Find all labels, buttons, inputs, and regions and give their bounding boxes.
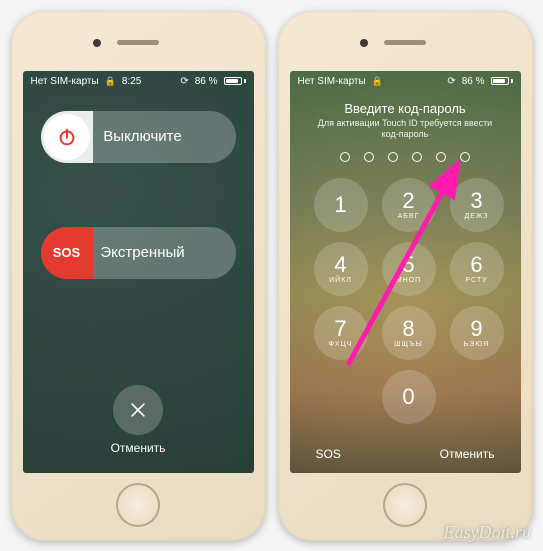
key-number: 7	[334, 318, 346, 340]
clock: 8:25	[122, 76, 141, 87]
key-3[interactable]: 3ДЕЖЗ	[450, 178, 504, 232]
battery-icon	[491, 77, 513, 85]
close-icon	[128, 400, 148, 420]
watermark: EasyDoit.ru	[444, 522, 532, 543]
key-number: 0	[402, 386, 414, 408]
status-bar: Нет SIM-карты 🔒 ⟳ 86 %	[290, 71, 521, 89]
key-letters: ШЩЪЫ	[394, 341, 423, 348]
key-letters: ДЕЖЗ	[464, 213, 488, 220]
key-number: 5	[402, 254, 414, 276]
cancel-button[interactable]	[113, 385, 163, 435]
sos-knob[interactable]: SOS	[44, 230, 90, 276]
key-number: 2	[402, 190, 414, 212]
passcode-dot	[412, 152, 422, 162]
key-number: 9	[470, 318, 482, 340]
sos-label: Экстренный	[90, 244, 236, 261]
key-7[interactable]: 7ФХЦЧ	[314, 306, 368, 360]
cancel-label: Отменить	[111, 441, 166, 455]
carrier-label: Нет SIM-карты	[31, 76, 99, 87]
screen-passcode: Нет SIM-карты 🔒 ⟳ 86 % Введите код-парол…	[290, 71, 521, 473]
key-number: 8	[402, 318, 414, 340]
front-camera	[360, 39, 368, 47]
phone-frame-right: Нет SIM-карты 🔒 ⟳ 86 % Введите код-парол…	[278, 11, 533, 541]
key-letters: РСТУ	[465, 277, 487, 284]
passcode-dot	[460, 152, 470, 162]
key-number: 4	[334, 254, 346, 276]
status-bar: Нет SIM-карты 🔒 8:25 ⟳ 86 %	[23, 71, 254, 89]
key-9[interactable]: 9ЬЭЮЯ	[450, 306, 504, 360]
key-letters: АБВГ	[398, 213, 420, 220]
key-1[interactable]: 1	[314, 178, 368, 232]
key-letters: ЬЭЮЯ	[464, 341, 490, 348]
passcode-subtitle: Для активации Touch ID требуется ввести …	[310, 118, 501, 141]
sos-slider[interactable]: SOS Экстренный	[41, 227, 236, 279]
key-letters: ИЙКЛ	[329, 277, 352, 284]
front-camera	[93, 39, 101, 47]
power-off-label: Выключите	[90, 128, 236, 145]
passcode-dots	[310, 152, 501, 162]
key-0[interactable]: 0	[382, 370, 436, 424]
phone-frame-left: Нет SIM-карты 🔒 8:25 ⟳ 86 %	[11, 11, 266, 541]
battery-pct: 86 %	[462, 76, 485, 87]
key-number: 3	[470, 190, 482, 212]
key-letters: МНОП	[396, 277, 421, 284]
battery-icon	[224, 77, 246, 85]
sos-link[interactable]: SOS	[316, 447, 341, 461]
cancel-link[interactable]: Отменить	[440, 447, 495, 461]
home-button[interactable]	[116, 483, 160, 527]
screen-power-off: Нет SIM-карты 🔒 8:25 ⟳ 86 %	[23, 71, 254, 473]
key-2[interactable]: 2АБВГ	[382, 178, 436, 232]
power-off-knob[interactable]	[44, 114, 90, 160]
keypad: 1 2АБВГ 3ДЕЖЗ 4ИЙКЛ 5МНОП 6РСТУ 7ФХЦЧ 8ШЩЪЫ 9ЬЭЮ…	[290, 168, 521, 424]
orientation-lock-icon: ⟳	[447, 76, 455, 87]
passcode-dot	[436, 152, 446, 162]
sos-knob-text: SOS	[53, 245, 80, 260]
key-letters: ФХЦЧ	[329, 341, 353, 348]
home-button[interactable]	[383, 483, 427, 527]
key-number: 1	[334, 194, 346, 216]
key-8[interactable]: 8ШЩЪЫ	[382, 306, 436, 360]
lock-icon: 🔒	[372, 76, 383, 87]
carrier-label: Нет SIM-карты	[298, 76, 366, 87]
speaker-grill	[117, 40, 159, 45]
passcode-dot	[340, 152, 350, 162]
passcode-title: Введите код-пароль	[310, 101, 501, 116]
speaker-grill	[384, 40, 426, 45]
key-5[interactable]: 5МНОП	[382, 242, 436, 296]
key-4[interactable]: 4ИЙКЛ	[314, 242, 368, 296]
key-number: 6	[470, 254, 482, 276]
power-off-slider[interactable]: Выключите	[41, 111, 236, 163]
key-6[interactable]: 6РСТУ	[450, 242, 504, 296]
battery-pct: 86 %	[195, 76, 218, 87]
passcode-dot	[388, 152, 398, 162]
orientation-lock-icon: ⟳	[180, 76, 188, 87]
passcode-dot	[364, 152, 374, 162]
power-icon	[56, 126, 78, 148]
lock-icon: 🔒	[105, 76, 116, 87]
